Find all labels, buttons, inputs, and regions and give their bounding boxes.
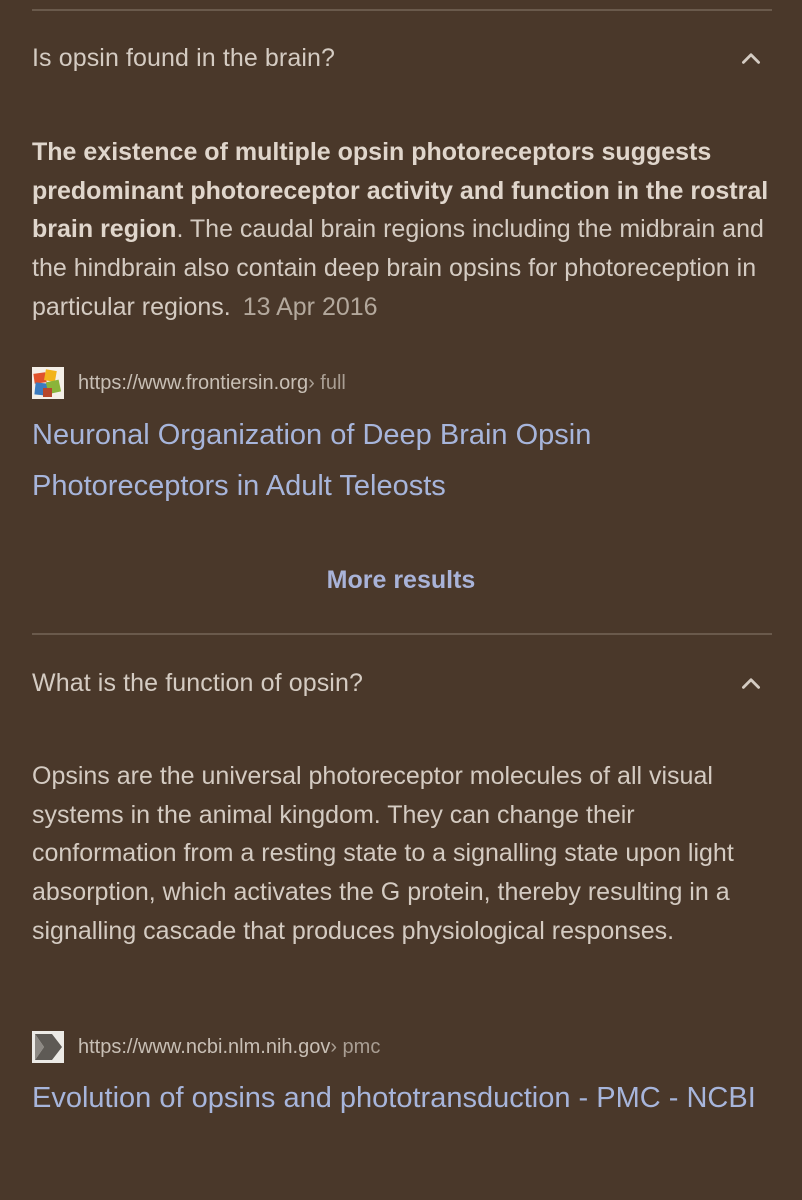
more-results-button[interactable]: More results [0,566,802,595]
faq-answer-1-date: 13 Apr 2016 [242,292,378,321]
faq-question-1[interactable]: Is opsin found in the brain? [32,38,772,78]
source-path-1: › full [308,371,346,394]
source-citation-1[interactable]: https://www.frontiersin.org › full [32,367,346,399]
faq-question-2[interactable]: What is the function of opsin? [32,663,772,703]
top-divider [32,9,772,11]
faq-answer-1: The existence of multiple opsin photorec… [32,133,777,327]
chevron-up-icon[interactable] [738,670,764,696]
ncbi-favicon-icon [32,1031,64,1063]
faq-question-2-text: What is the function of opsin? [32,668,363,697]
source-citation-2[interactable]: https://www.ncbi.nlm.nih.gov › pmc [32,1031,380,1063]
source-url-2: https://www.ncbi.nlm.nih.gov [78,1035,331,1058]
middle-divider [32,633,772,635]
source-path-2: › pmc [330,1035,381,1058]
result-link-1[interactable]: Neuronal Organization of Deep Brain Opsi… [32,410,772,512]
result-link-2[interactable]: Evolution of opsins and phototransductio… [32,1073,772,1124]
frontiers-favicon-icon [32,367,64,399]
faq-question-1-text: Is opsin found in the brain? [32,43,336,72]
faq-answer-2: Opsins are the universal photoreceptor m… [32,762,734,945]
source-url-1: https://www.frontiersin.org [78,371,309,394]
chevron-up-icon[interactable] [738,45,764,71]
